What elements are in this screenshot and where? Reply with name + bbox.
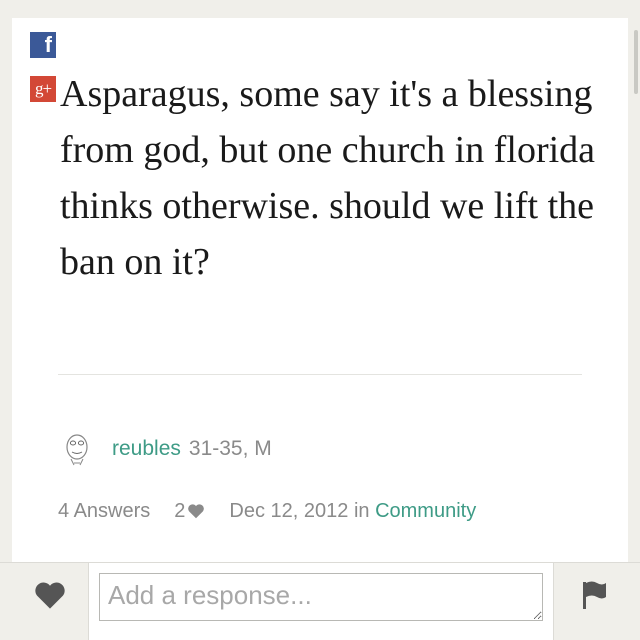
author-row: reubles 31-35, M: [112, 436, 272, 462]
response-bar: [0, 562, 640, 640]
heart-icon: [35, 582, 65, 609]
response-input-container: [88, 563, 554, 640]
author-meta: 31-35, M: [188, 437, 272, 460]
question-meta: 4 Answers 2 Dec 12, 2012 in Community: [58, 498, 476, 524]
author-name[interactable]: reubles: [112, 437, 181, 460]
heart-icon[interactable]: [187, 503, 205, 519]
in-label: in: [353, 500, 370, 522]
question-text: Asparagus, some say it's a blessing from…: [60, 73, 596, 283]
response-input[interactable]: [99, 573, 543, 621]
like-button[interactable]: [30, 577, 70, 613]
googleplus-glyph: g+: [34, 79, 52, 98]
facebook-icon[interactable]: f: [30, 32, 56, 58]
category-link[interactable]: Community: [375, 500, 476, 522]
flag-button[interactable]: [574, 577, 614, 613]
flag-icon: [583, 581, 606, 609]
answers-count[interactable]: 4 Answers: [58, 500, 150, 522]
googleplus-icon[interactable]: g+: [30, 76, 56, 102]
divider: [58, 374, 582, 375]
facebook-glyph: f: [44, 32, 52, 57]
scrollbar[interactable]: [634, 30, 638, 94]
avatar[interactable]: [62, 432, 92, 468]
likes-count: 2: [174, 500, 186, 522]
post-date: Dec 12, 2012: [229, 500, 349, 522]
